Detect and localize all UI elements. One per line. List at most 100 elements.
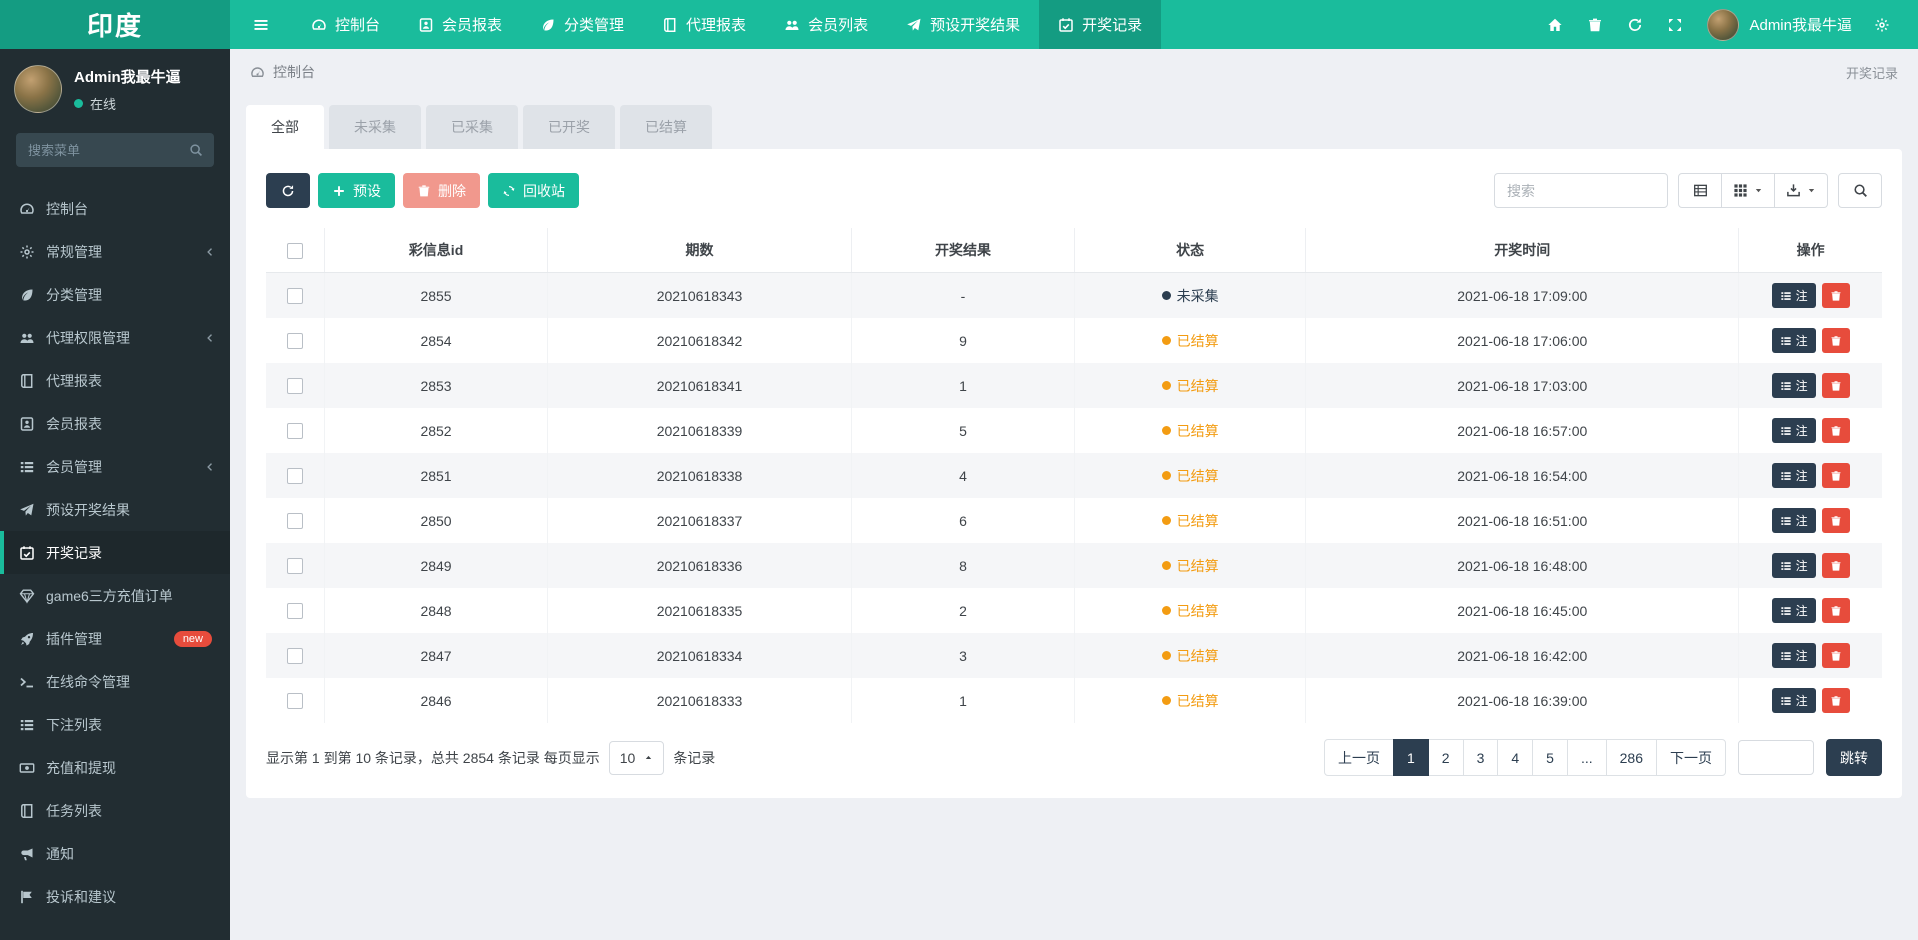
table-search-input[interactable] bbox=[1494, 173, 1668, 208]
list-icon bbox=[1781, 651, 1791, 660]
note-button[interactable]: 注 bbox=[1771, 598, 1816, 623]
detail-view-button[interactable] bbox=[1678, 173, 1722, 208]
sidebar-item-插件管理[interactable]: 插件管理 new bbox=[0, 617, 230, 660]
sidebar-item-通知[interactable]: 通知 bbox=[0, 832, 230, 875]
sidebar-item-会员管理[interactable]: 会员管理 bbox=[0, 445, 230, 488]
sidebar-item-控制台[interactable]: 控制台 bbox=[0, 187, 230, 230]
row-checkbox[interactable] bbox=[287, 558, 303, 575]
tab-已采集[interactable]: 已采集 bbox=[426, 105, 518, 149]
delete-row-button[interactable] bbox=[1821, 508, 1850, 533]
delete-row-button[interactable] bbox=[1821, 283, 1850, 308]
home-icon bbox=[1548, 18, 1563, 31]
note-button[interactable]: 注 bbox=[1771, 643, 1816, 668]
page-button-...[interactable]: ... bbox=[1566, 739, 1607, 776]
preset-button[interactable]: 预设 bbox=[318, 173, 395, 208]
delete-row-button[interactable] bbox=[1821, 598, 1850, 623]
search-button[interactable] bbox=[1838, 173, 1882, 208]
sidebar-item-任务列表[interactable]: 任务列表 bbox=[0, 789, 230, 832]
row-checkbox[interactable] bbox=[287, 468, 303, 485]
sidebar-item-预设开奖结果[interactable]: 预设开奖结果 bbox=[0, 488, 230, 531]
export-button[interactable] bbox=[1775, 173, 1828, 208]
page-button-3[interactable]: 3 bbox=[1462, 739, 1499, 776]
page-button-4[interactable]: 4 bbox=[1497, 739, 1534, 776]
sidebar-item-常规管理[interactable]: 常规管理 bbox=[0, 230, 230, 273]
select-all-checkbox[interactable] bbox=[287, 242, 303, 259]
page-size-select[interactable]: 10 bbox=[608, 740, 665, 775]
row-checkbox[interactable] bbox=[287, 288, 303, 305]
delete-row-button[interactable] bbox=[1821, 328, 1850, 353]
cell-issue: 20210618342 bbox=[547, 318, 852, 363]
delete-row-button[interactable] bbox=[1821, 373, 1850, 398]
tab-全部[interactable]: 全部 bbox=[246, 105, 324, 149]
user-name[interactable]: Admin我最牛逼 bbox=[1749, 14, 1852, 35]
note-button[interactable]: 注 bbox=[1771, 553, 1816, 578]
settings-button[interactable] bbox=[1862, 0, 1902, 49]
jump-page-input[interactable] bbox=[1738, 740, 1814, 775]
topnav-item-会员列表[interactable]: 会员列表 bbox=[765, 0, 887, 49]
note-button[interactable]: 注 bbox=[1771, 283, 1816, 308]
sync-button[interactable] bbox=[1615, 0, 1655, 49]
breadcrumb-home[interactable]: 控制台 bbox=[273, 62, 315, 82]
topnav-item-开奖记录[interactable]: 开奖记录 bbox=[1039, 0, 1162, 49]
page-button-2[interactable]: 2 bbox=[1427, 739, 1464, 776]
user-avatar[interactable] bbox=[1707, 8, 1740, 41]
topnav-item-预设开奖结果[interactable]: 预设开奖结果 bbox=[887, 0, 1039, 49]
sidebar-item-代理报表[interactable]: 代理报表 bbox=[0, 359, 230, 402]
row-checkbox[interactable] bbox=[287, 513, 303, 530]
page-button-286[interactable]: 286 bbox=[1605, 739, 1657, 776]
brand-logo[interactable]: 印度 bbox=[0, 0, 230, 49]
row-checkbox[interactable] bbox=[287, 423, 303, 440]
row-checkbox[interactable] bbox=[287, 378, 303, 395]
sidebar-item-投诉和建议[interactable]: 投诉和建议 bbox=[0, 875, 230, 918]
home-button[interactable] bbox=[1535, 0, 1575, 49]
cogs-icon bbox=[1875, 18, 1889, 31]
sidebar-item-下注列表[interactable]: 下注列表 bbox=[0, 703, 230, 746]
sidebar-toggle-button[interactable] bbox=[230, 0, 292, 49]
trash-button[interactable] bbox=[1575, 0, 1615, 49]
sidebar-item-开奖记录[interactable]: 开奖记录 bbox=[0, 531, 230, 574]
note-button[interactable]: 注 bbox=[1771, 463, 1816, 488]
note-button[interactable]: 注 bbox=[1771, 508, 1816, 533]
expand-button[interactable] bbox=[1655, 0, 1695, 49]
row-checkbox[interactable] bbox=[287, 603, 303, 620]
delete-row-button[interactable] bbox=[1821, 418, 1850, 443]
topnav-item-控制台[interactable]: 控制台 bbox=[292, 0, 399, 49]
sidebar-item-分类管理[interactable]: 分类管理 bbox=[0, 273, 230, 316]
column-header-彩信息id: 彩信息id bbox=[323, 228, 548, 273]
delete-row-button[interactable] bbox=[1821, 688, 1850, 713]
delete-button[interactable]: 删除 bbox=[403, 173, 480, 208]
sidebar-item-代理权限管理[interactable]: 代理权限管理 bbox=[0, 316, 230, 359]
delete-row-button[interactable] bbox=[1821, 553, 1850, 578]
sidebar-item-充值和提现[interactable]: 充值和提现 bbox=[0, 746, 230, 789]
sidebar-search-input[interactable] bbox=[16, 133, 214, 167]
jump-button[interactable]: 跳转 bbox=[1826, 739, 1882, 776]
columns-button[interactable] bbox=[1722, 173, 1775, 208]
sidebar-avatar[interactable] bbox=[14, 65, 62, 113]
pagination: 显示第 1 到第 10 条记录，总共 2854 条记录 每页显示 10 条记录 … bbox=[266, 739, 1882, 776]
page-button-上一页[interactable]: 上一页 bbox=[1323, 739, 1394, 776]
topnav-item-代理报表[interactable]: 代理报表 bbox=[643, 0, 765, 49]
delete-row-button[interactable] bbox=[1821, 463, 1850, 488]
tab-已结算[interactable]: 已结算 bbox=[620, 105, 712, 149]
recycle-bin-button[interactable]: 回收站 bbox=[488, 173, 579, 208]
topnav-item-会员报表[interactable]: 会员报表 bbox=[399, 0, 521, 49]
sidebar-item-game6三方充值订单[interactable]: game6三方充值订单 bbox=[0, 574, 230, 617]
page-button-5[interactable]: 5 bbox=[1532, 739, 1568, 776]
note-button[interactable]: 注 bbox=[1771, 688, 1816, 713]
topnav-item-分类管理[interactable]: 分类管理 bbox=[521, 0, 643, 49]
sidebar-item-会员报表[interactable]: 会员报表 bbox=[0, 402, 230, 445]
note-button[interactable]: 注 bbox=[1771, 328, 1816, 353]
sidebar-item-在线命令管理[interactable]: 在线命令管理 bbox=[0, 660, 230, 703]
note-button[interactable]: 注 bbox=[1771, 418, 1816, 443]
note-button[interactable]: 注 bbox=[1771, 373, 1816, 398]
row-checkbox[interactable] bbox=[287, 693, 303, 710]
refresh-button[interactable] bbox=[266, 173, 310, 208]
tab-已开奖[interactable]: 已开奖 bbox=[523, 105, 615, 149]
tab-未采集[interactable]: 未采集 bbox=[329, 105, 421, 149]
row-checkbox[interactable] bbox=[287, 648, 303, 665]
row-checkbox[interactable] bbox=[287, 333, 303, 350]
page-button-下一页[interactable]: 下一页 bbox=[1656, 739, 1726, 776]
delete-row-button[interactable] bbox=[1821, 643, 1850, 668]
page-button-1[interactable]: 1 bbox=[1392, 739, 1429, 776]
new-badge: new bbox=[173, 630, 212, 647]
